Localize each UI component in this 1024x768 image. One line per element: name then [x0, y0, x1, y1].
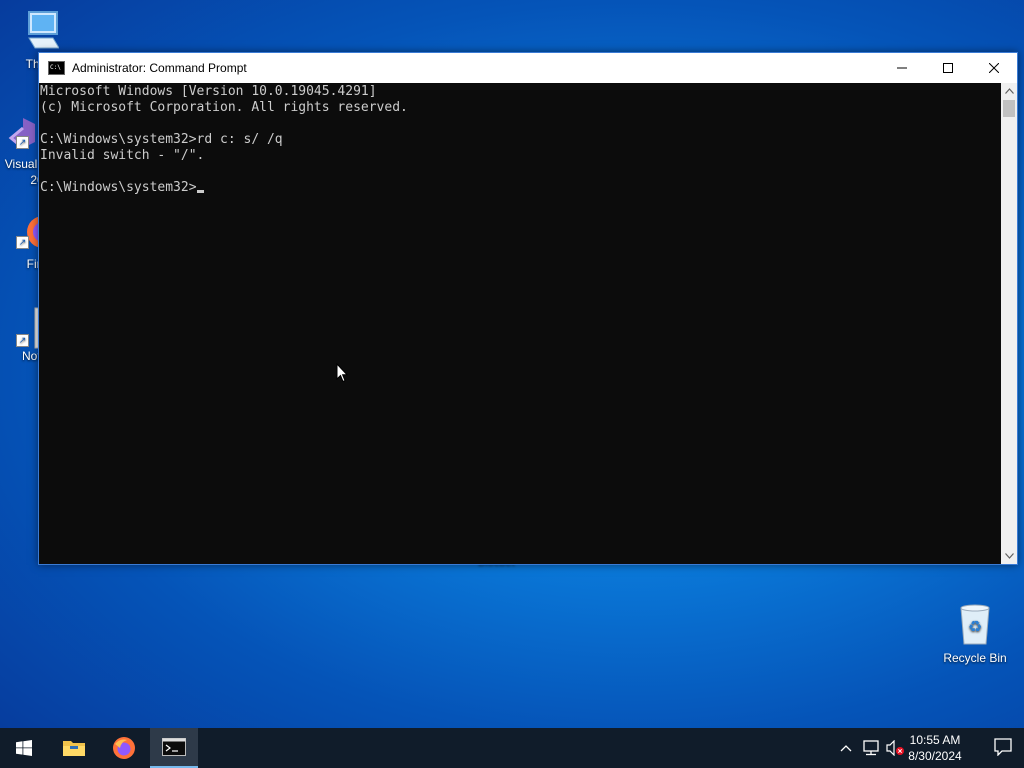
scrollbar-thumb[interactable] — [1003, 100, 1015, 117]
windows-logo-icon — [16, 740, 32, 756]
file-explorer-button[interactable] — [50, 728, 98, 768]
cmd-icon: C:\ — [48, 61, 65, 75]
close-icon — [989, 63, 999, 73]
folder-icon — [63, 741, 85, 756]
computer-icon — [28, 11, 60, 49]
console-line: (c) Microsoft Corporation. All rights re… — [40, 100, 408, 115]
start-button[interactable] — [0, 728, 48, 768]
title-bar[interactable]: C:\ Administrator: Command Prompt — [39, 53, 1017, 83]
console-line: Microsoft Windows [Version 10.0.19045.42… — [40, 84, 377, 99]
window-title: Administrator: Command Prompt — [72, 61, 247, 75]
close-button[interactable] — [971, 53, 1017, 83]
desktop-icon-label: Recycle Bin — [943, 651, 1007, 665]
shortcut-arrow-icon: ↗ — [16, 136, 29, 149]
action-center-button[interactable] — [994, 738, 1012, 761]
clock[interactable]: 10:55 AM 8/30/2024 — [900, 732, 970, 764]
cmd-icon — [162, 738, 186, 756]
minimize-icon — [897, 67, 907, 69]
desktop-icon-recycle-bin[interactable]: ♻ Recycle Bin — [940, 602, 1010, 665]
text-cursor — [196, 190, 204, 193]
chevron-up-icon — [840, 745, 852, 752]
shortcut-arrow-icon: ↗ — [16, 236, 29, 249]
console-prompt: C:\Windows\system32> — [40, 180, 197, 195]
svg-text:♻: ♻ — [968, 617, 982, 636]
recycle-bin-icon: ♻ — [960, 604, 990, 645]
firefox-icon — [113, 737, 135, 759]
maximize-icon — [943, 63, 953, 73]
console-line: C:\Windows\system32>rd c: s/ /q — [40, 132, 283, 147]
minimize-button[interactable] — [879, 53, 925, 83]
firefox-button[interactable] — [100, 728, 148, 768]
scroll-down-button[interactable] — [1001, 548, 1017, 564]
command-prompt-window[interactable]: C:\ Administrator: Command Prompt Micros… — [38, 52, 1018, 565]
vertical-scrollbar[interactable] — [1001, 83, 1017, 564]
notification-icon — [994, 738, 1012, 757]
network-icon — [863, 740, 879, 756]
taskbar: 10:55 AM 8/30/2024 — [0, 728, 1024, 768]
clock-date: 8/30/2024 — [908, 749, 962, 763]
console-output[interactable]: Microsoft Windows [Version 10.0.19045.42… — [39, 83, 1001, 564]
console-prompt-line: C:\Windows\system32> — [40, 180, 1001, 196]
console-line: Invalid switch - "/". — [40, 148, 205, 163]
shortcut-arrow-icon: ↗ — [16, 334, 29, 347]
scroll-up-button[interactable] — [1001, 83, 1017, 99]
network-button[interactable] — [860, 728, 882, 768]
clock-time: 10:55 AM — [909, 733, 961, 747]
chevron-up-icon — [1004, 88, 1014, 94]
chevron-down-icon — [1004, 553, 1014, 559]
mouse-pointer-icon — [336, 363, 348, 383]
show-hidden-icons-button[interactable] — [836, 728, 856, 768]
command-prompt-button[interactable] — [150, 728, 198, 768]
maximize-button[interactable] — [925, 53, 971, 83]
